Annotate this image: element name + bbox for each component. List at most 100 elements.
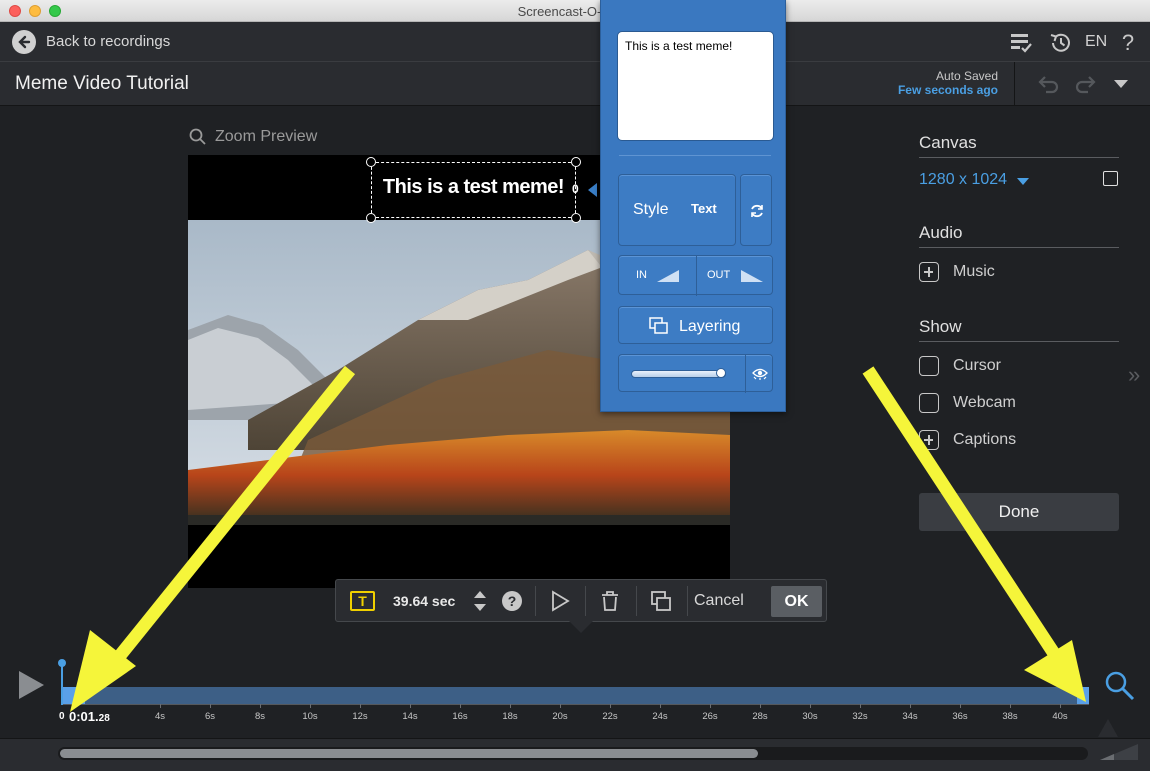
timeline-tick-label: 36s bbox=[952, 711, 968, 722]
duration-stepper-icon[interactable] bbox=[473, 588, 487, 614]
timeline-tick-label: 30s bbox=[802, 711, 818, 722]
visibility-eye-icon[interactable] bbox=[752, 367, 768, 381]
cursor-toggle[interactable]: Cursor bbox=[919, 356, 1001, 376]
timeline-tick-mark bbox=[310, 704, 311, 708]
webcam-checkbox[interactable] bbox=[919, 393, 939, 413]
canvas-size-caret-icon[interactable] bbox=[1017, 178, 1029, 185]
timeline-tick-mark bbox=[610, 704, 611, 708]
style-button[interactable]: Style Text bbox=[618, 174, 736, 246]
window-title: Screencast-O-Matic bbox=[517, 4, 633, 19]
in-out-transition-group: IN OUT bbox=[618, 255, 774, 296]
timeline-start-label: 0 bbox=[59, 711, 65, 722]
captions-label: Captions bbox=[953, 431, 1017, 448]
timeline-tick-mark bbox=[460, 704, 461, 708]
timeline-ruler bbox=[61, 704, 1089, 705]
timeline-tick-mark bbox=[760, 704, 761, 708]
toolbar-divider bbox=[535, 586, 536, 616]
timeline-tick-mark bbox=[510, 704, 511, 708]
timeline-zoom-slider-icon[interactable] bbox=[1098, 742, 1140, 762]
cursor-checkbox[interactable] bbox=[919, 356, 939, 376]
autosave-label: Auto Saved bbox=[935, 69, 998, 83]
audio-divider bbox=[919, 247, 1119, 248]
timeline-tick-mark bbox=[660, 704, 661, 708]
canvas-heading: Canvas bbox=[919, 133, 977, 152]
meme-text-box[interactable]: This is a test meme! bbox=[371, 162, 576, 218]
ok-button[interactable]: OK bbox=[771, 586, 822, 617]
canvas-option-checkbox[interactable] bbox=[1103, 171, 1118, 186]
done-button[interactable]: Done bbox=[919, 493, 1119, 531]
timeline-scrollbar-thumb[interactable] bbox=[60, 749, 758, 758]
meme-text-input[interactable]: This is a test meme! bbox=[617, 31, 774, 141]
overlay-toolbar: T 39.64 sec ? Cancel OK bbox=[335, 579, 827, 622]
timeline-zoom-notch bbox=[1098, 719, 1118, 737]
out-label: OUT bbox=[707, 269, 731, 281]
timeline-tick-label: 12s bbox=[352, 711, 368, 722]
history-icon[interactable] bbox=[1047, 30, 1073, 56]
play-preview-icon[interactable] bbox=[550, 590, 570, 612]
add-captions-button[interactable]: Captions bbox=[919, 430, 1016, 450]
timeline-tick-label: 38s bbox=[1002, 711, 1018, 722]
cancel-button[interactable]: Cancel bbox=[694, 592, 744, 610]
timeline-tick-mark bbox=[210, 704, 211, 708]
canvas-size-dropdown[interactable]: 1280 x 1024 bbox=[919, 171, 1007, 189]
resize-handle-top-right[interactable] bbox=[571, 157, 581, 167]
language-selector[interactable]: EN bbox=[1085, 33, 1107, 51]
zoom-preview-label: Zoom Preview bbox=[215, 128, 318, 145]
add-music-button[interactable]: Music bbox=[919, 262, 995, 282]
timeline-tick-label: 16s bbox=[452, 711, 468, 722]
popup-pointer bbox=[588, 183, 597, 197]
resize-handle-top-left[interactable] bbox=[366, 157, 376, 167]
timeline-tick-mark bbox=[960, 704, 961, 708]
timeline-play-icon[interactable] bbox=[19, 671, 44, 699]
timeline-tick-label: 14s bbox=[402, 711, 418, 722]
opacity-divider bbox=[745, 355, 746, 393]
timeline-tick-label: 40s bbox=[1052, 711, 1068, 722]
checklist-icon[interactable] bbox=[1008, 30, 1034, 56]
opacity-slider[interactable] bbox=[631, 370, 726, 378]
webcam-toggle[interactable]: Webcam bbox=[919, 393, 1016, 413]
current-time-fraction: 28 bbox=[98, 713, 110, 724]
out-transition-button[interactable]: OUT bbox=[697, 256, 774, 296]
timeline-zoom-search-icon[interactable] bbox=[1104, 670, 1136, 702]
trash-icon[interactable] bbox=[600, 590, 620, 612]
expand-panel-chevron-icon[interactable]: » bbox=[1128, 362, 1140, 388]
add-captions-plus-icon bbox=[919, 430, 939, 450]
duplicate-icon[interactable] bbox=[650, 590, 672, 612]
redo-icon[interactable] bbox=[1074, 74, 1098, 99]
layering-button[interactable]: Layering bbox=[618, 306, 773, 344]
rotation-value: 0 bbox=[572, 182, 579, 196]
help-circle-icon[interactable]: ? bbox=[501, 590, 523, 612]
text-overlay-track[interactable] bbox=[61, 687, 1089, 704]
timeline-tick-mark bbox=[1060, 704, 1061, 708]
back-arrow-icon[interactable] bbox=[12, 30, 36, 54]
overlay-start-handle[interactable] bbox=[61, 687, 85, 704]
project-menu-caret-icon[interactable] bbox=[1114, 80, 1128, 88]
zoom-preview-button[interactable]: Zoom Preview bbox=[189, 128, 317, 146]
playhead-knob[interactable] bbox=[58, 659, 66, 667]
top-nav: Back to recordings EN ? bbox=[0, 22, 1150, 62]
refresh-style-button[interactable] bbox=[740, 174, 772, 246]
show-heading: Show bbox=[919, 317, 962, 336]
resize-handle-bottom-right[interactable] bbox=[571, 213, 581, 223]
timeline-tick-mark bbox=[410, 704, 411, 708]
timeline-tick-label: 6s bbox=[204, 711, 216, 722]
timeline-tick-label: 8s bbox=[254, 711, 266, 722]
webcam-label: Webcam bbox=[953, 394, 1016, 411]
fade-out-icon bbox=[741, 270, 763, 282]
resize-handle-bottom-left[interactable] bbox=[366, 213, 376, 223]
in-transition-button[interactable]: IN bbox=[619, 256, 696, 296]
playhead[interactable] bbox=[61, 662, 63, 705]
toolbar-pointer bbox=[569, 621, 593, 633]
back-to-recordings-link[interactable]: Back to recordings bbox=[46, 33, 170, 50]
text-properties-popup: This is a test meme! Style Text IN OUT L… bbox=[600, 0, 786, 412]
project-header: Meme Video Tutorial Auto Saved Few secon… bbox=[0, 62, 1150, 106]
timeline-tick-label: 26s bbox=[702, 711, 718, 722]
undo-icon[interactable] bbox=[1036, 74, 1060, 99]
overlay-end-handle[interactable] bbox=[1077, 687, 1089, 704]
help-icon[interactable]: ? bbox=[1115, 30, 1141, 56]
music-label: Music bbox=[953, 263, 995, 280]
toolbar-divider bbox=[636, 586, 637, 616]
duration-value[interactable]: 39.64 sec bbox=[393, 593, 455, 609]
layers-icon bbox=[649, 317, 668, 334]
project-title[interactable]: Meme Video Tutorial bbox=[15, 73, 189, 95]
